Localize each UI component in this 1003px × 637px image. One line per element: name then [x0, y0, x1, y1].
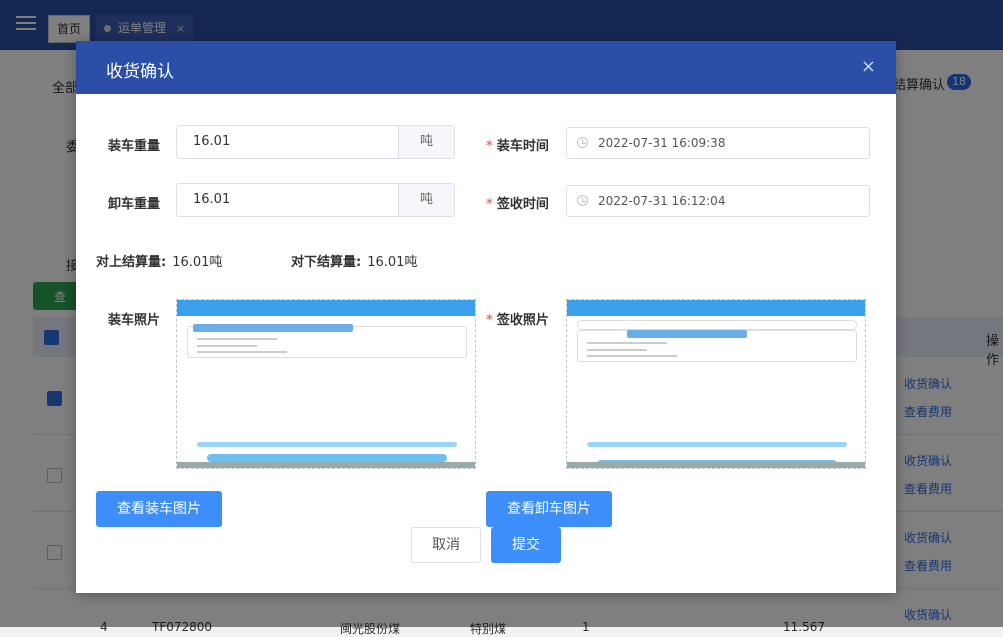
settle-down-value: 16.01吨	[367, 255, 418, 270]
submit-button[interactable]: 提交	[491, 527, 561, 563]
required-mark: *	[486, 197, 493, 212]
load-time-label: * 装车时间	[486, 139, 549, 154]
sign-time-label: * 签收时间	[486, 197, 549, 212]
load-time-picker[interactable]: 2022-07-31 16:09:38	[566, 127, 870, 159]
settle-down-label: 对下结算量:	[291, 255, 362, 270]
cancel-button[interactable]: 取消	[411, 527, 481, 563]
clock-icon	[577, 137, 588, 148]
unload-weight-label: 卸车重量	[108, 197, 161, 212]
load-weight-value: 16.01	[193, 134, 231, 149]
required-mark: *	[486, 139, 493, 154]
required-mark: *	[486, 313, 493, 328]
sign-photo[interactable]	[566, 299, 866, 469]
settle-up-label: 对上结算量:	[96, 255, 167, 270]
load-time-value: 2022-07-31 16:09:38	[598, 136, 726, 150]
receive-confirm-dialog: 收货确认 × 装车重量 16.01 吨 * 装车时间 2022-07-31 16:…	[76, 41, 896, 593]
view-unload-photo-button[interactable]: 查看卸车图片	[486, 491, 612, 527]
close-icon[interactable]: ×	[861, 56, 876, 77]
view-load-photo-button[interactable]: 查看装车图片	[96, 491, 222, 527]
load-photo[interactable]	[176, 299, 476, 469]
load-weight-input[interactable]: 16.01 吨	[176, 125, 455, 159]
dialog-title: 收货确认	[106, 62, 174, 82]
load-weight-label: 装车重量	[108, 139, 161, 154]
settle-up-value: 16.01吨	[172, 255, 223, 270]
load-weight-unit: 吨	[398, 126, 454, 158]
sign-time-picker[interactable]: 2022-07-31 16:12:04	[566, 185, 870, 217]
unload-weight-value: 16.01	[193, 192, 231, 207]
unload-weight-unit: 吨	[398, 184, 454, 216]
settle-down: 对下结算量: 16.01吨	[291, 251, 417, 270]
sign-photo-label: * 签收照片	[486, 313, 549, 328]
settle-up: 对上结算量: 16.01吨	[96, 251, 222, 270]
load-photo-label: 装车照片	[108, 313, 161, 328]
dialog-header: 收货确认 ×	[76, 41, 896, 94]
sign-time-value: 2022-07-31 16:12:04	[598, 194, 726, 208]
clock-icon	[577, 195, 588, 206]
unload-weight-input[interactable]: 16.01 吨	[176, 183, 455, 217]
